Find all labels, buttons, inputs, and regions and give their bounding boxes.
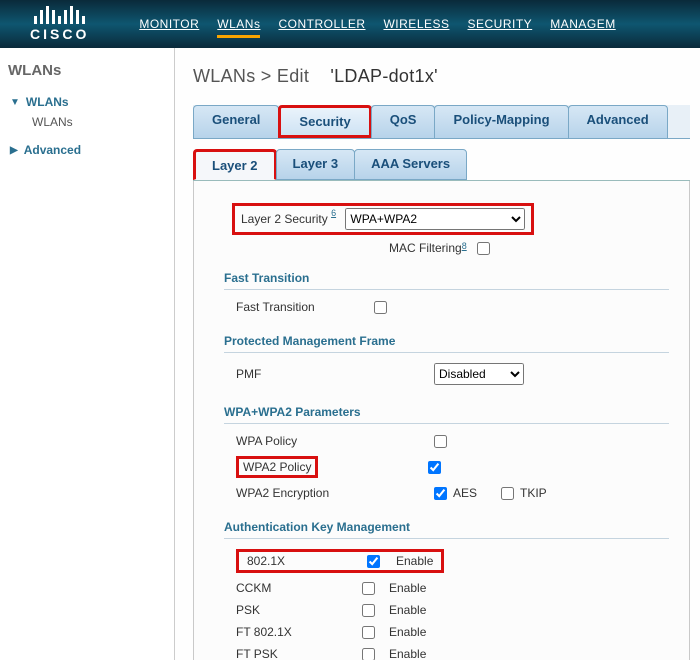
nav-monitor[interactable]: MONITOR — [139, 17, 199, 42]
ft-dot1x-label: FT 802.1X — [236, 625, 354, 639]
mac-filtering-checkbox[interactable] — [477, 242, 490, 255]
highlight-dot1x: 802.1X Enable — [236, 549, 444, 573]
ft-psk-checkbox[interactable] — [362, 648, 375, 660]
fast-transition-label: Fast Transition — [236, 300, 366, 314]
wpa2-policy-row: WPA2 Policy — [224, 452, 669, 482]
wpa-policy-label: WPA Policy — [236, 434, 366, 448]
dot1x-enable-label: Enable — [396, 554, 433, 568]
sidebar: WLANs ▼ WLANs WLANs ▶ Advanced — [0, 48, 175, 660]
top-nav: MONITOR WLANs CONTROLLER WIRELESS SECURI… — [139, 17, 615, 42]
wpa2-policy-checkbox[interactable] — [428, 461, 441, 474]
top-bar: CISCO MONITOR WLANs CONTROLLER WIRELESS … — [0, 0, 700, 48]
nav-security[interactable]: SECURITY — [468, 17, 533, 42]
ft-dot1x-row: FT 802.1X Enable — [224, 621, 669, 643]
cisco-logo-text: CISCO — [30, 26, 89, 42]
chevron-down-icon: ▼ — [10, 97, 20, 108]
aes-label: AES — [453, 486, 477, 500]
section-fast-transition: Fast Transition — [224, 265, 669, 290]
wpa2-encryption-label: WPA2 Encryption — [236, 486, 366, 500]
breadcrumb-name: 'LDAP-dot1x' — [330, 66, 438, 86]
layer2-security-select[interactable]: WPA+WPA2 — [345, 208, 525, 230]
aes-checkbox[interactable] — [434, 487, 447, 500]
subtab-layer2[interactable]: Layer 2 — [193, 149, 277, 180]
main-layout: WLANs ▼ WLANs WLANs ▶ Advanced WLANs > E… — [0, 48, 700, 660]
subtab-layer3[interactable]: Layer 3 — [276, 149, 356, 180]
ft-dot1x-enable-label: Enable — [389, 625, 426, 639]
tkip-label: TKIP — [520, 486, 547, 500]
breadcrumb-section: WLANs > Edit — [193, 66, 309, 86]
psk-label: PSK — [236, 603, 354, 617]
sidebar-item-label: Advanced — [24, 143, 81, 157]
tab-security[interactable]: Security — [278, 105, 371, 138]
subtab-row: Layer 2 Layer 3 AAA Servers — [193, 149, 690, 181]
nav-wireless[interactable]: WIRELESS — [383, 17, 449, 42]
footnote-6[interactable]: 6 — [331, 208, 336, 218]
mac-filtering-label: MAC Filtering8 — [389, 241, 467, 255]
wpa-policy-row: WPA Policy — [224, 430, 669, 452]
mac-filtering-row: MAC Filtering8 — [224, 241, 669, 255]
pmf-label: PMF — [236, 367, 366, 381]
wpa2-encryption-row: WPA2 Encryption AES TKIP — [224, 482, 669, 504]
pmf-row: PMF Disabled — [224, 359, 669, 389]
layer2-security-label: Layer 2 Security 6 — [241, 212, 339, 226]
ft-psk-label: FT PSK — [236, 647, 354, 660]
sidebar-item-label: WLANs — [26, 95, 69, 109]
fast-transition-row: Fast Transition — [224, 296, 669, 318]
tab-row: General Security QoS Policy-Mapping Adva… — [193, 105, 690, 139]
ft-psk-row: FT PSK Enable — [224, 643, 669, 660]
ft-dot1x-checkbox[interactable] — [362, 626, 375, 639]
tab-policy-mapping[interactable]: Policy-Mapping — [434, 105, 568, 138]
footnote-8[interactable]: 8 — [462, 241, 467, 251]
cisco-logo: CISCO — [0, 4, 119, 42]
sidebar-item-advanced[interactable]: ▶ Advanced — [6, 139, 168, 161]
dot1x-row: 802.1X Enable — [224, 545, 669, 577]
psk-checkbox[interactable] — [362, 604, 375, 617]
fast-transition-checkbox[interactable] — [374, 301, 387, 314]
form-area: Layer 2 Security 6 WPA+WPA2 MAC Filterin… — [193, 181, 690, 660]
pmf-select[interactable]: Disabled — [434, 363, 524, 385]
sidebar-item-wlans[interactable]: WLANs — [6, 115, 168, 129]
chevron-right-icon: ▶ — [10, 145, 18, 156]
subtab-aaa-servers[interactable]: AAA Servers — [354, 149, 467, 180]
tkip-checkbox[interactable] — [501, 487, 514, 500]
nav-controller[interactable]: CONTROLLER — [278, 17, 365, 42]
ft-psk-enable-label: Enable — [389, 647, 426, 660]
content: WLANs > Edit 'LDAP-dot1x' General Securi… — [175, 48, 700, 660]
nav-management[interactable]: MANAGEM — [550, 17, 616, 42]
cckm-enable-label: Enable — [389, 581, 426, 595]
highlight-layer2-security: Layer 2 Security 6 WPA+WPA2 — [232, 203, 534, 235]
layer2-security-row: Layer 2 Security 6 WPA+WPA2 — [224, 203, 669, 235]
cckm-label: CCKM — [236, 581, 354, 595]
sidebar-item-wlans-group[interactable]: ▼ WLANs — [6, 91, 168, 113]
psk-row: PSK Enable — [224, 599, 669, 621]
sidebar-title: WLANs — [8, 62, 166, 79]
nav-wlans[interactable]: WLANs — [217, 17, 260, 42]
section-akm: Authentication Key Management — [224, 514, 669, 539]
cckm-row: CCKM Enable — [224, 577, 669, 599]
cisco-logo-bars — [34, 4, 85, 24]
wpa2-policy-label: WPA2 Policy — [243, 460, 311, 474]
cckm-checkbox[interactable] — [362, 582, 375, 595]
tab-advanced[interactable]: Advanced — [568, 105, 668, 138]
tab-general[interactable]: General — [193, 105, 279, 138]
dot1x-label: 802.1X — [247, 554, 357, 568]
dot1x-checkbox[interactable] — [367, 555, 380, 568]
section-pmf: Protected Management Frame — [224, 328, 669, 353]
psk-enable-label: Enable — [389, 603, 426, 617]
wpa-policy-checkbox[interactable] — [434, 435, 447, 448]
breadcrumb: WLANs > Edit 'LDAP-dot1x' — [193, 66, 690, 87]
tab-qos[interactable]: QoS — [371, 105, 436, 138]
highlight-wpa2-policy: WPA2 Policy — [236, 456, 318, 478]
section-wpa-params: WPA+WPA2 Parameters — [224, 399, 669, 424]
